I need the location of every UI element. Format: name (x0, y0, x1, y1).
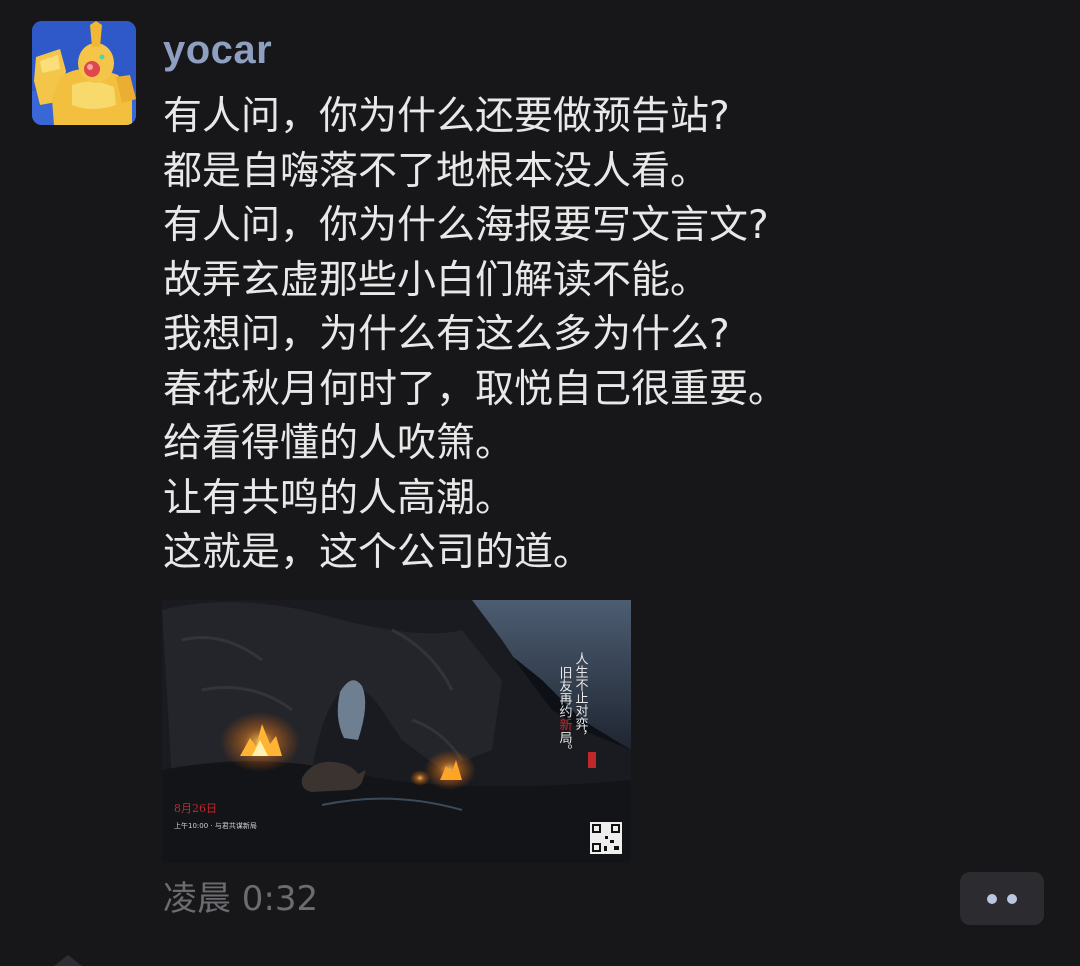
poster-artwork: 人生不止对弈， 旧友再约新局。 8月26日 上午10:00 · 与君共谋新局 (162, 600, 631, 863)
poster-vertical-text-2-post: 局。 (557, 731, 573, 757)
more-options-button[interactable] (960, 872, 1044, 925)
poster-vertical-text-2: 旧友再约新局。 (557, 666, 573, 757)
author-name[interactable]: yocar (163, 24, 272, 76)
message-line: 有人问，你为什么还要做预告站? (163, 94, 730, 139)
message-line: 这就是，这个公司的道。 (163, 530, 593, 575)
seal-stamp (588, 752, 596, 768)
poster-date: 8月26日 (174, 802, 217, 815)
message-line: 让有共鸣的人高潮。 (163, 475, 515, 521)
message-line: 有人问，你为什么海报要写文言文? (163, 203, 769, 248)
post-timestamp: 凌晨 0:32 (163, 879, 319, 919)
more-dots-icon (987, 893, 997, 904)
poster-image[interactable]: 人生不止对弈， 旧友再约新局。 8月26日 上午10:00 · 与君共谋新局 (162, 600, 631, 863)
comment-caret-icon (54, 955, 82, 966)
author-avatar[interactable] (32, 21, 136, 125)
yellow-figure-avatar-icon (32, 21, 136, 125)
poster-vertical-text-2-red: 新 (557, 717, 573, 731)
poster-small-text: 上午10:00 · 与君共谋新局 (174, 821, 257, 830)
message-line: 我想问，为什么有这么多为什么? (163, 312, 730, 357)
message-body: 有人问，你为什么还要做预告站? 都是自嗨落不了地根本没人看。 有人问，你为什么海… (163, 90, 1043, 581)
poster-vertical-text-2-pre: 旧友再约 (557, 666, 573, 718)
message-line: 给看得懂的人吹箫。 (163, 421, 515, 466)
more-dots-icon (1007, 893, 1017, 904)
message-line: 故弄玄虚那些小白们解读不能。 (163, 257, 710, 303)
message-line: 都是自嗨落不了地根本没人看。 (163, 148, 710, 194)
qr-code-icon (590, 822, 622, 854)
poster-vertical-text-1: 人生不止对弈， (573, 652, 589, 743)
message-line: 春花秋月何时了，取悦自己很重要。 (163, 366, 788, 412)
